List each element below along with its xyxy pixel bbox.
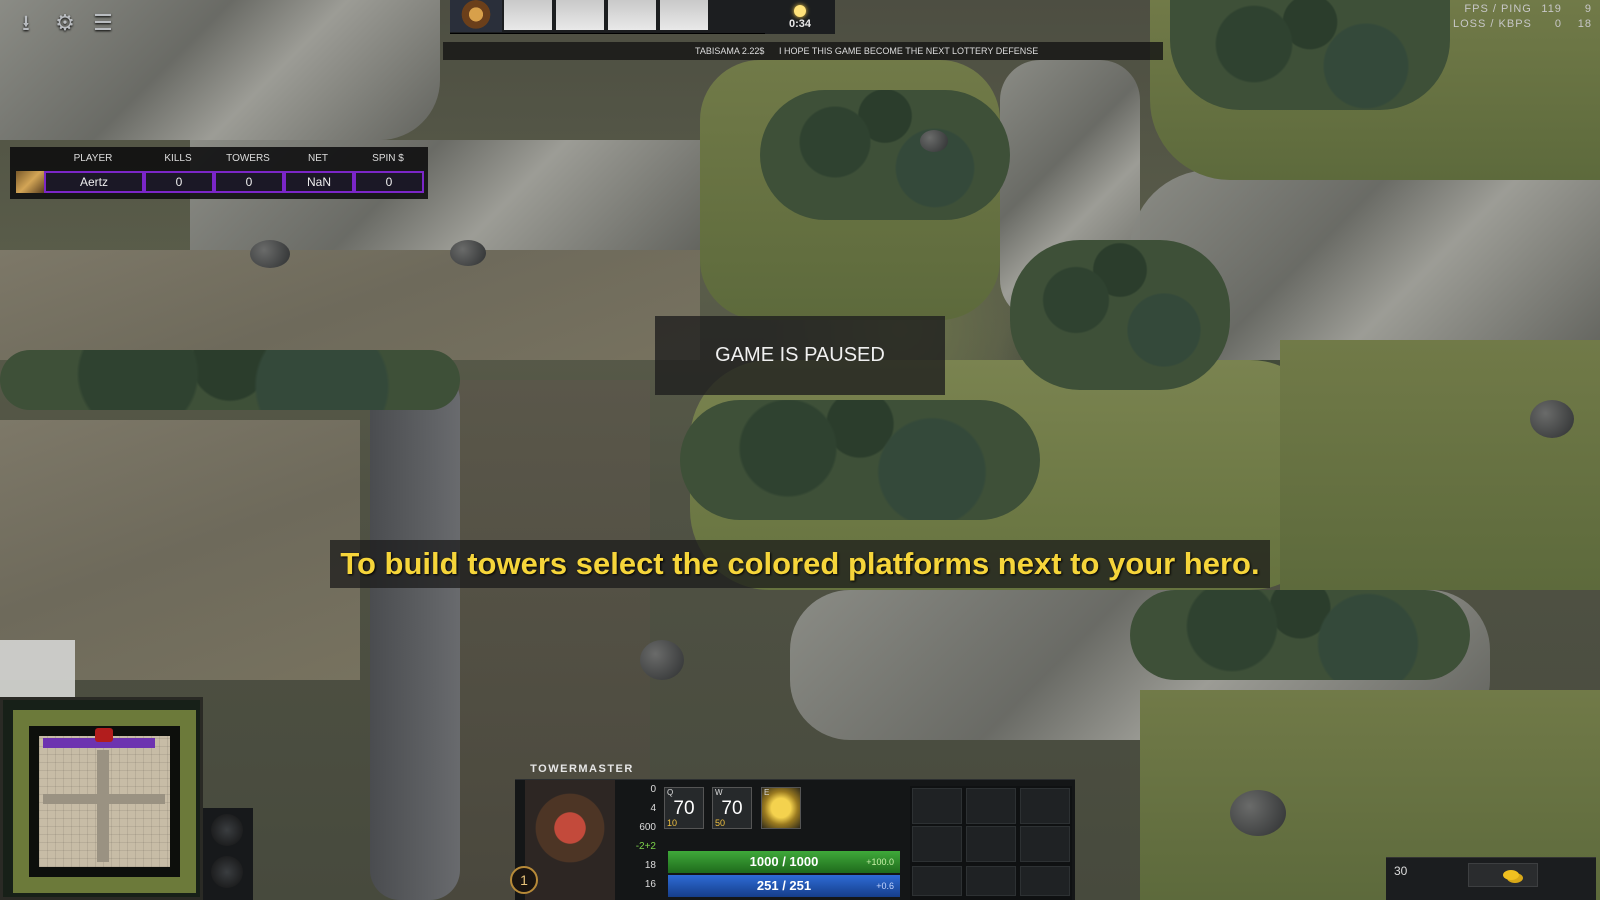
- ticker-player: TABISAMA 2.22$: [695, 46, 765, 56]
- game-clock: 0:34: [765, 0, 835, 34]
- ticker-message: I HOPE THIS GAME BECOME THE NEXT LOTTERY…: [779, 46, 1039, 56]
- scoreboard-towers: 0: [214, 171, 284, 193]
- minimap-road-horizontal: [43, 794, 165, 804]
- ability-value: 70: [673, 798, 695, 819]
- ability-cost: 50: [715, 818, 726, 828]
- loss-kbps-label: LOSS / KBPS: [1453, 18, 1532, 30]
- inventory-slot[interactable]: [1020, 788, 1070, 824]
- ability-cost: 10: [667, 818, 678, 828]
- boulder: [920, 130, 948, 152]
- stat-damage: 0: [650, 784, 656, 795]
- player-slot-empty[interactable]: [606, 0, 656, 30]
- scoreboard-header-kills: KILLS: [164, 153, 192, 164]
- player-slot-empty[interactable]: [554, 0, 604, 30]
- stat-strength: -2+2: [635, 841, 656, 852]
- scoreboard-header-spin: SPIN $: [372, 153, 404, 164]
- player-slot-empty[interactable]: [658, 0, 708, 30]
- backpack-slot[interactable]: [912, 866, 962, 896]
- boulder: [450, 240, 486, 266]
- bush-line: [0, 350, 460, 410]
- mana-regen: +0.6: [876, 881, 894, 891]
- inventory-slot[interactable]: [1020, 826, 1070, 862]
- ability-key: W: [715, 788, 723, 797]
- gold-amount: 30: [1394, 864, 1408, 878]
- kbps-value: 18: [1577, 18, 1592, 30]
- stat-move-speed: 600: [639, 822, 656, 833]
- ability-value: 70: [721, 798, 743, 819]
- boulder: [640, 640, 684, 680]
- stat-agility: 18: [644, 860, 656, 871]
- ability-e-gold[interactable]: E: [761, 787, 801, 829]
- loss-value: 0: [1554, 18, 1562, 30]
- hud-left-controls: [203, 808, 253, 900]
- inventory: [910, 786, 1072, 900]
- tutorial-hint: To build towers select the colored platf…: [330, 540, 1270, 588]
- minimap-road-vertical: [97, 750, 109, 862]
- health-bar: 1000 / 1000 +100.0: [668, 851, 900, 873]
- menu-icon[interactable]: ☰: [90, 10, 116, 36]
- ping-value: 9: [1584, 3, 1592, 15]
- mana-text: 251 / 251: [756, 878, 812, 893]
- scoreboard-kills: 0: [144, 171, 214, 193]
- scoreboard-spin: 0: [354, 171, 424, 193]
- tree-cluster: [1170, 0, 1450, 110]
- boulder: [1230, 790, 1286, 836]
- hero-stats: 0 4 600 -2+2 18 16: [616, 780, 656, 894]
- hero-portrait[interactable]: [525, 780, 615, 900]
- gold-panel: 30: [1386, 857, 1596, 900]
- tree-cluster: [680, 400, 1040, 520]
- scoreboard-header-towers: TOWERS: [226, 153, 270, 164]
- tree-cluster: [1130, 590, 1470, 680]
- chat-ticker: TABISAMA 2.22$ I HOPE THIS GAME BECOME T…: [443, 42, 1163, 60]
- boulder: [250, 240, 290, 268]
- sun-icon: [794, 5, 806, 17]
- ability-w[interactable]: W 70 50: [712, 787, 752, 829]
- scoreboard-header-net: NET: [308, 153, 328, 164]
- scoreboard-header-player: PLAYER: [73, 153, 113, 164]
- upload-icon[interactable]: ⭳: [13, 10, 39, 36]
- terrain-stone-block: [0, 640, 75, 700]
- player-slot-empty[interactable]: [502, 0, 552, 30]
- scan-button[interactable]: [211, 856, 243, 888]
- scoreboard-player-name: Aertz: [44, 171, 144, 193]
- net-stats: FPS / PING 119 9 LOSS / KBPS 0 18: [1453, 2, 1592, 32]
- inventory-slot[interactable]: [966, 788, 1016, 824]
- terrain-grass-e: [1280, 340, 1600, 590]
- fps-value: 119: [1541, 3, 1562, 15]
- hero-level: 1: [510, 866, 538, 894]
- health-text: 1000 / 1000: [749, 854, 819, 869]
- ability-key: E: [764, 788, 770, 797]
- hero-name: TOWERMASTER: [530, 763, 634, 775]
- boulder: [1530, 400, 1574, 438]
- backpack-slot[interactable]: [966, 866, 1016, 896]
- ability-key: Q: [667, 788, 674, 797]
- game-world[interactable]: [0, 0, 1600, 900]
- terrain-cliff-river-w: [370, 370, 460, 900]
- tree-cluster: [760, 90, 1010, 220]
- clock-time: 0:34: [788, 18, 812, 30]
- hero-portrait-top[interactable]: [450, 0, 502, 32]
- inventory-slot[interactable]: [912, 788, 962, 824]
- pause-banner: GAME IS PAUSED: [655, 316, 945, 395]
- inventory-slot[interactable]: [966, 826, 1016, 862]
- player-hero-icon: [16, 171, 44, 193]
- settings-icon[interactable]: ⚙: [52, 10, 78, 36]
- tree-cluster: [1010, 240, 1230, 390]
- minimap[interactable]: [0, 697, 203, 900]
- backpack-slot[interactable]: [1020, 866, 1070, 896]
- minimap-hero-marker: [95, 728, 113, 742]
- scoreboard-net: NaN: [284, 171, 354, 193]
- scoreboard: PLAYER KILLS TOWERS NET SPIN $ Aertz 0 0…: [10, 147, 428, 199]
- ability-q[interactable]: Q 70 10: [664, 787, 704, 829]
- stat-intelligence: 16: [644, 879, 656, 890]
- fps-ping-label: FPS / PING: [1464, 3, 1532, 15]
- health-regen: +100.0: [866, 857, 894, 867]
- shop-button[interactable]: [1468, 863, 1538, 887]
- glyph-button[interactable]: [211, 814, 243, 846]
- stat-armor: 4: [650, 803, 656, 814]
- terrain-dirt-path: [0, 250, 700, 360]
- mana-bar: 251 / 251 +0.6: [668, 875, 900, 897]
- inventory-slot[interactable]: [912, 826, 962, 862]
